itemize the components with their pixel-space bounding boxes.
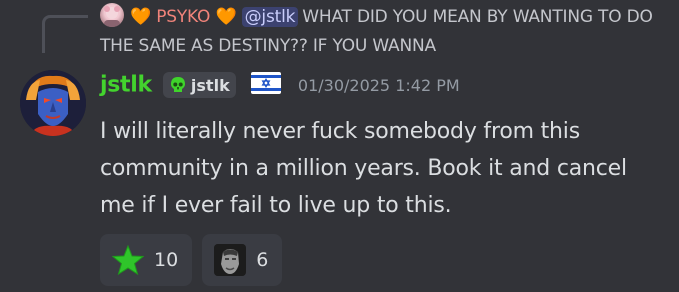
timestamp[interactable]: 01/30/2025 1:42 PM <box>298 76 460 95</box>
reply-username[interactable]: PSYKO <box>156 7 210 27</box>
reaction-chad[interactable]: 6 <box>202 234 283 286</box>
israel-flag-icon <box>250 72 281 98</box>
reply-avatar[interactable] <box>100 3 124 27</box>
reaction-star[interactable]: 10 <box>100 234 193 286</box>
message-header: jstlk jstlk 01/30/2025 1:42 PM <box>100 72 460 108</box>
reply-mention[interactable]: @jstlk <box>241 7 299 27</box>
chad-face-icon <box>214 244 247 276</box>
green-star-icon <box>112 244 144 276</box>
heart-icon: 🧡 <box>130 7 151 27</box>
username[interactable]: jstlk <box>100 73 152 98</box>
user-tag-badge[interactable]: jstlk <box>162 72 236 98</box>
message-content: I will literally never fuck somebody fro… <box>100 119 627 218</box>
user-tag-label: jstlk <box>190 75 230 95</box>
reply-preview[interactable]: 🧡 PSYKO 🧡 @jstlk WHAT DID YOU MEAN BY WAN… <box>100 3 660 61</box>
reaction-count: 6 <box>256 249 269 271</box>
user-avatar[interactable] <box>20 70 86 136</box>
heart-icon: 🧡 <box>215 7 237 27</box>
skull-icon <box>170 77 185 92</box>
reply-connector-line <box>42 15 88 53</box>
reaction-count: 10 <box>154 249 179 271</box>
reactions-bar: 10 6 <box>100 234 283 286</box>
